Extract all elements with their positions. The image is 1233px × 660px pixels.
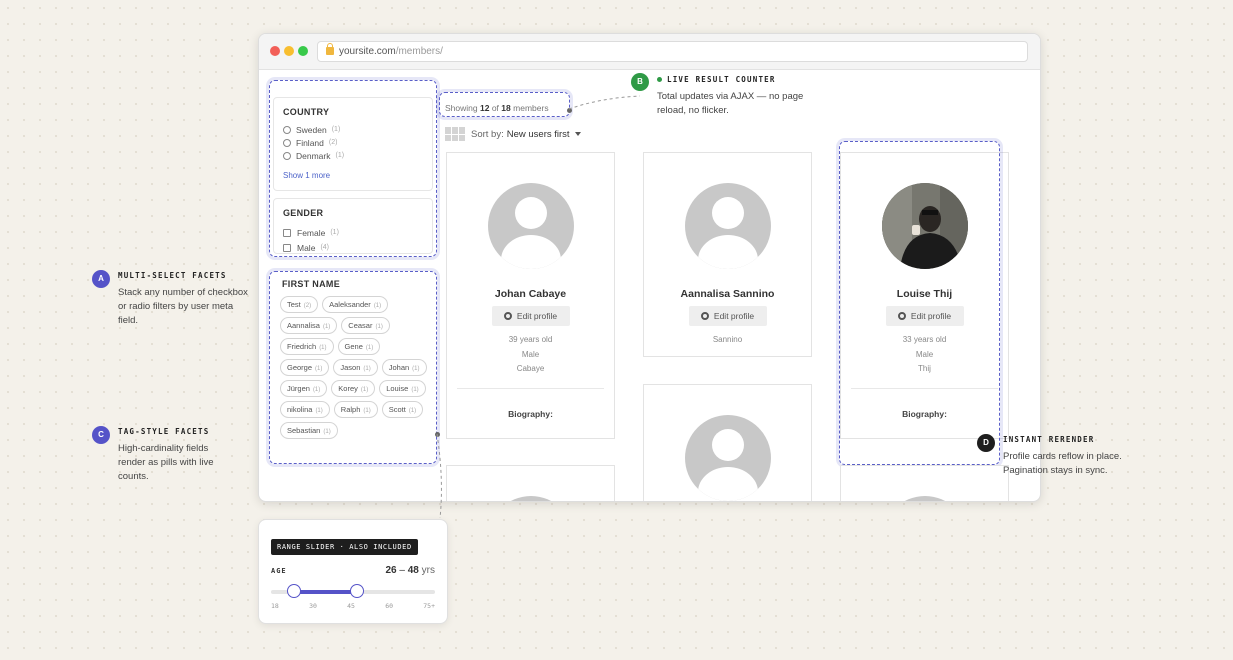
member-gender: Male [521, 350, 540, 359]
chevron-down-icon [574, 132, 581, 136]
gear-icon [503, 312, 512, 320]
tag-facet-highlight [269, 271, 437, 464]
age-slider-track[interactable] [271, 584, 435, 598]
annotation-text-d: Profile cards reflow in place. Paginatio… [1003, 451, 1122, 476]
member-card [446, 465, 615, 501]
annotation-badge-a: A [92, 270, 110, 288]
member-name[interactable]: Johan Cabaye [447, 288, 614, 300]
avatar-placeholder [882, 496, 968, 501]
minimize-window-icon[interactable] [284, 46, 294, 56]
live-indicator-dot [657, 77, 662, 82]
age-slider-fill [294, 590, 358, 594]
edit-profile-button[interactable]: Edit profile [491, 306, 570, 326]
annotation-title-b: LIVE RESULT COUNTER [667, 75, 776, 84]
multi-select-highlight [269, 80, 437, 257]
avatar-placeholder [685, 183, 771, 269]
counter-highlight [439, 92, 570, 117]
member-lastname: Sannino [712, 335, 743, 344]
card-divider [457, 388, 604, 389]
url-path: /members/ [395, 46, 443, 57]
address-bar[interactable]: yoursite.com/members/ [317, 41, 1028, 62]
sort-value: New users first [506, 128, 570, 140]
tick-label: 45 [347, 602, 355, 610]
range-slider-card: RANGE SLIDER · ALSO INCLUDED AGE 26 – 48… [258, 519, 448, 624]
member-card [840, 465, 1009, 501]
biography-label: Biography: [508, 409, 553, 419]
member-card: Johan Cabaye Edit profile 39 years old M… [446, 152, 615, 439]
sort-control[interactable]: Sort by: New users first [445, 127, 581, 141]
age-slider-ticks: 18 30 45 60 75+ [271, 602, 435, 610]
age-slider-min-handle[interactable] [287, 584, 302, 598]
maximize-window-icon[interactable] [298, 46, 308, 56]
tick-label: 75+ [423, 602, 435, 610]
member-card: Aannalisa Sannino Edit profile Sannino [643, 152, 812, 357]
annotation-title-d: INSTANT RERENDER [1003, 435, 1095, 444]
lock-icon [326, 43, 334, 55]
rerender-highlight [839, 141, 1000, 465]
browser-chrome: yoursite.com/members/ [259, 34, 1040, 70]
member-lastname: Cabaye [516, 364, 545, 373]
grid-view-icon[interactable] [445, 127, 465, 141]
url-host: yoursite.com [339, 46, 396, 57]
avatar-placeholder [685, 415, 771, 501]
annotation-text-c: High-cardinality fields render as pills … [118, 443, 214, 482]
age-range-value: 26 – 48 yrs [385, 565, 436, 576]
gear-icon [700, 312, 709, 320]
avatar-placeholder [488, 496, 574, 501]
annotation-text-a: Stack any number of checkbox or radio fi… [118, 287, 248, 326]
connector-dot [435, 432, 440, 437]
annotation-badge-d: D [977, 434, 995, 452]
annotation-badge-b: B [631, 73, 649, 91]
tick-label: 30 [309, 602, 317, 610]
connector-dot [567, 108, 572, 113]
member-card [643, 384, 812, 501]
annotation-title-c: TAG-STYLE FACETS [118, 427, 210, 436]
range-slider-badge: RANGE SLIDER · ALSO INCLUDED [271, 539, 418, 555]
member-age: 39 years old [508, 335, 553, 344]
tick-label: 18 [271, 602, 279, 610]
annotation-text-b: Total updates via AJAX — no page reload,… [657, 91, 804, 116]
edit-profile-button[interactable]: Edit profile [688, 306, 767, 326]
close-window-icon[interactable] [270, 46, 280, 56]
tick-label: 60 [385, 602, 394, 610]
annotation-badge-c: C [92, 426, 110, 444]
member-name[interactable]: Aannalisa Sannino [644, 288, 811, 300]
browser-window: yoursite.com/members/ COUNTRY Sweden (1) … [258, 33, 1041, 502]
annotation-title-a: MULTI-SELECT FACETS [118, 271, 227, 280]
age-slider-max-handle[interactable] [350, 584, 365, 598]
age-label: AGE [271, 567, 287, 575]
avatar-placeholder [488, 183, 574, 269]
